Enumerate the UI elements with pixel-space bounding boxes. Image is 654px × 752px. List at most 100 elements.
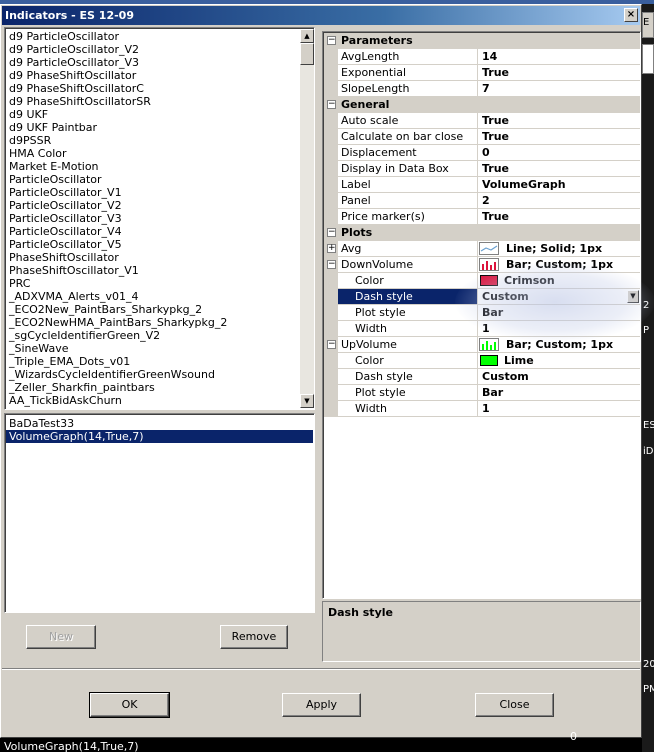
indicator-list-item[interactable]: d9 PhaseShiftOscillatorC	[9, 82, 299, 95]
column-divider	[477, 337, 478, 353]
scroll-up-icon[interactable]: ▲	[300, 29, 314, 43]
apply-button[interactable]: Apply	[282, 693, 361, 717]
scroll-thumb[interactable]	[300, 43, 314, 65]
property-row[interactable]: Color Crimson	[324, 273, 640, 289]
indicator-list-item[interactable]: ParticleOscillator_V1	[9, 186, 299, 199]
property-row[interactable]: AvgLength 14	[324, 49, 640, 65]
indicator-list-item[interactable]: d9 PhaseShiftOscillator	[9, 69, 299, 82]
indicator-list-item[interactable]: HMA Color	[9, 147, 299, 160]
category-general[interactable]: − General	[324, 97, 640, 113]
indicator-list-item[interactable]: d9 UKF	[9, 108, 299, 121]
indicators-dialog: Indicators - ES 12-09 × d9 ParticleOscil…	[0, 4, 642, 738]
property-row[interactable]: Display in Data Box True	[324, 161, 640, 177]
property-value[interactable]: Line; Solid; 1px	[506, 241, 602, 256]
property-value[interactable]: Lime	[504, 353, 534, 368]
property-value[interactable]: True	[482, 209, 509, 224]
collapse-icon[interactable]: −	[327, 100, 336, 109]
property-value[interactable]: VolumeGraph	[482, 177, 566, 192]
indicator-list-item[interactable]: ParticleOscillator_V3	[9, 212, 299, 225]
property-value[interactable]: Bar	[482, 385, 503, 400]
property-value[interactable]: 2	[482, 193, 490, 208]
plot-downvolume-row[interactable]: − DownVolume Bar; Custom; 1px	[324, 257, 640, 273]
indicator-list-item[interactable]: Market E-Motion	[9, 160, 299, 173]
property-value[interactable]: True	[482, 113, 509, 128]
close-button[interactable]: Close	[475, 693, 554, 717]
dash-style-row[interactable]: Dash style Custom ▼	[324, 289, 640, 305]
ok-button[interactable]: OK	[89, 692, 170, 718]
expand-icon[interactable]: +	[327, 244, 336, 253]
property-value[interactable]: True	[482, 161, 509, 176]
available-indicators-list[interactable]: d9 ParticleOscillator d9 ParticleOscillat…	[4, 27, 315, 410]
row-gutter	[324, 49, 338, 65]
collapse-icon[interactable]: −	[327, 228, 336, 237]
remove-button[interactable]: Remove	[220, 625, 288, 649]
indicator-list-item[interactable]: _ECO2New_PaintBars_Sharkypkg_2	[9, 303, 299, 316]
indicator-list-item[interactable]: d9 ParticleOscillator_V2	[9, 43, 299, 56]
indicator-list-item[interactable]: d9 PhaseShiftOscillatorSR	[9, 95, 299, 108]
indicator-list-item[interactable]: d9 UKF Paintbar	[9, 121, 299, 134]
property-value[interactable]: Custom	[482, 289, 529, 304]
applied-indicator-item[interactable]: BaDaTest33	[6, 417, 313, 430]
collapse-icon[interactable]: −	[327, 260, 336, 269]
indicator-list-item[interactable]: _Zeller_Sharkfin_paintbars	[9, 381, 299, 394]
list-scrollbar[interactable]: ▲ ▼	[300, 29, 314, 408]
property-value[interactable]: 7	[482, 81, 490, 96]
property-value[interactable]: 1	[482, 401, 490, 416]
indicator-list-item[interactable]: d9 ParticleOscillator_V3	[9, 56, 299, 69]
indicator-list-item[interactable]: ParticleOscillator_V5	[9, 238, 299, 251]
new-button[interactable]: New	[26, 625, 96, 649]
property-value[interactable]: 14	[482, 49, 497, 64]
indicator-list-item[interactable]: PhaseShiftOscillator	[9, 251, 299, 264]
applied-indicator-item[interactable]: VolumeGraph(14,True,7)	[6, 430, 313, 443]
property-grid[interactable]: − Parameters AvgLength 14 Exponential True Slo…	[322, 31, 641, 599]
property-row[interactable]: Price marker(s) True	[324, 209, 640, 225]
indicator-list-item[interactable]: PRC	[9, 277, 299, 290]
property-value[interactable]: Custom	[482, 369, 529, 384]
property-row[interactable]: Label VolumeGraph	[324, 177, 640, 193]
property-value[interactable]: True	[482, 65, 509, 80]
indicator-list-item[interactable]: d9PSSR	[9, 134, 299, 147]
property-row[interactable]: Width 1	[324, 321, 640, 337]
property-value[interactable]: Bar; Custom; 1px	[506, 337, 613, 352]
indicator-list-item[interactable]: _ADXVMA_Alerts_v01_4	[9, 290, 299, 303]
scroll-down-icon[interactable]: ▼	[300, 394, 314, 408]
indicator-list-item[interactable]: _Triple_EMA_Dots_v01	[9, 355, 299, 368]
property-row[interactable]: Calculate on bar close True	[324, 129, 640, 145]
property-row[interactable]: SlopeLength 7	[324, 81, 640, 97]
property-value[interactable]: Bar; Custom; 1px	[506, 257, 613, 272]
property-row[interactable]: Plot style Bar	[324, 385, 640, 401]
property-value[interactable]: Bar	[482, 305, 503, 320]
indicator-list-item[interactable]: ParticleOscillator_V2	[9, 199, 299, 212]
plot-avg-row[interactable]: + Avg Line; Solid; 1px	[324, 241, 640, 257]
property-row[interactable]: Plot style Bar	[324, 305, 640, 321]
property-row[interactable]: Color Lime	[324, 353, 640, 369]
chevron-down-icon[interactable]: ▼	[627, 290, 639, 303]
dialog-titlebar[interactable]: Indicators - ES 12-09 ×	[2, 6, 640, 25]
indicator-list-item[interactable]: d9 ParticleOscillator	[9, 30, 299, 43]
indicator-list-item[interactable]: _ECO2NewHMA_PaintBars_Sharkypkg_2	[9, 316, 299, 329]
property-value[interactable]: 1	[482, 321, 490, 336]
plot-upvolume-row[interactable]: − UpVolume Bar; Custom; 1px	[324, 337, 640, 353]
property-row[interactable]: Width 1	[324, 401, 640, 417]
property-row[interactable]: Displacement 0	[324, 145, 640, 161]
property-row[interactable]: Dash style Custom	[324, 369, 640, 385]
collapse-icon[interactable]: −	[327, 340, 336, 349]
property-value[interactable]: Crimson	[504, 273, 555, 288]
category-parameters[interactable]: − Parameters	[324, 33, 640, 49]
indicator-list-item[interactable]: _SineWave	[9, 342, 299, 355]
applied-indicators-list[interactable]: BaDaTest33 VolumeGraph(14,True,7)	[4, 413, 315, 613]
indicator-list-item[interactable]: ParticleOscillator	[9, 173, 299, 186]
property-row[interactable]: Exponential True	[324, 65, 640, 81]
category-plots[interactable]: − Plots	[324, 225, 640, 241]
property-value[interactable]: 0	[482, 145, 490, 160]
property-value[interactable]: True	[482, 129, 509, 144]
indicator-list-item[interactable]: PhaseShiftOscillator_V1	[9, 264, 299, 277]
indicator-list-item[interactable]: _WizardsCycleIdentifierGreenWsound	[9, 368, 299, 381]
indicator-list-item[interactable]: AA_TickBidAskChurn	[9, 394, 299, 407]
close-icon[interactable]: ×	[624, 8, 638, 22]
collapse-icon[interactable]: −	[327, 36, 336, 45]
indicator-list-item[interactable]: ParticleOscillator_V4	[9, 225, 299, 238]
property-row[interactable]: Auto scale True	[324, 113, 640, 129]
property-row[interactable]: Panel 2	[324, 193, 640, 209]
indicator-list-item[interactable]: _sgCycleIdentifierGreen_V2	[9, 329, 299, 342]
